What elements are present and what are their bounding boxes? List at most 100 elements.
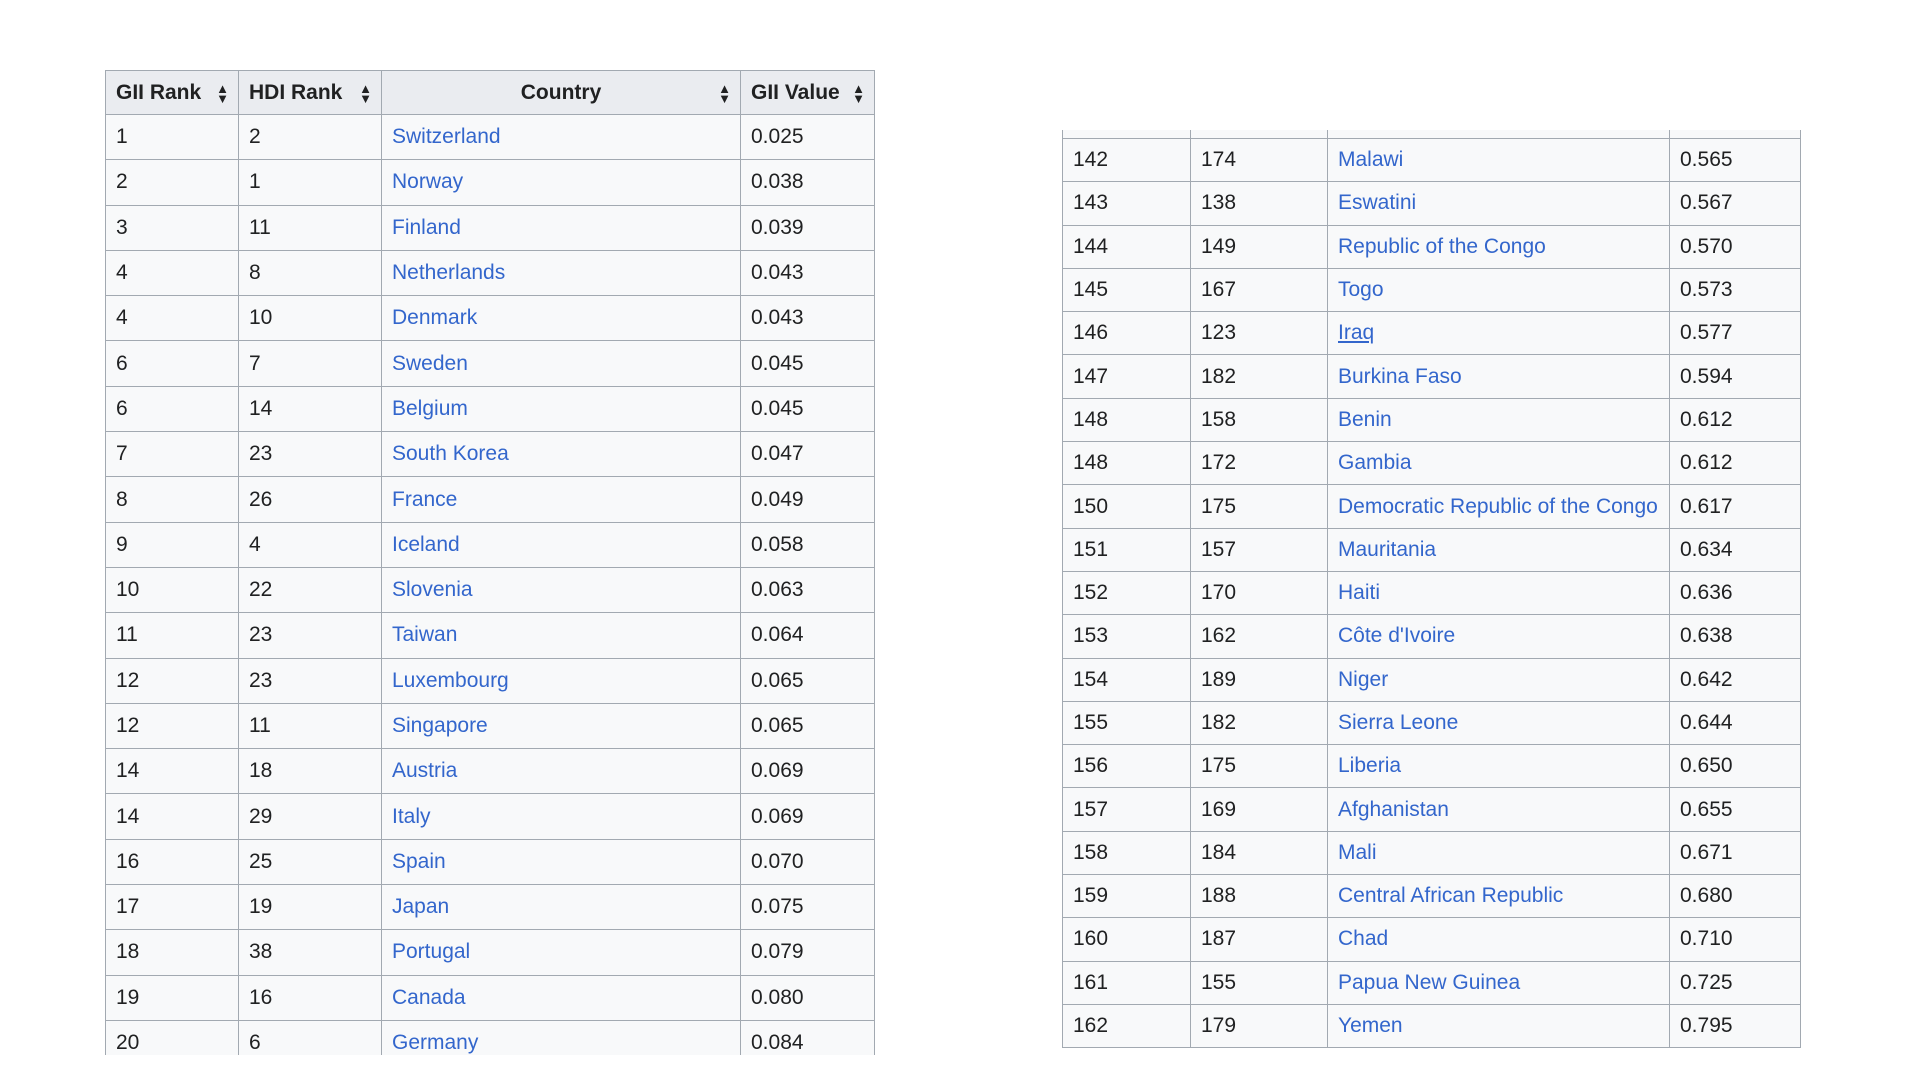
country-link[interactable]: Portugal [392, 940, 470, 963]
country-link[interactable]: Canada [392, 986, 466, 1009]
hdi-rank-cell: 2 [238, 113, 382, 161]
hdi-rank-cell: 162 [1190, 614, 1328, 659]
country-link[interactable]: Italy [392, 805, 431, 828]
hdi-rank-cell: 11 [238, 702, 382, 750]
hdi-rank-cell: 23 [238, 431, 382, 478]
gii-rank-cell: 152 [1062, 570, 1191, 616]
table-row: 142 174 Malawi 0.565 [1062, 137, 1801, 183]
country-cell: Austria [381, 748, 741, 795]
gii-rank-cell: 6 [105, 385, 239, 433]
country-link[interactable]: Netherlands [392, 261, 505, 284]
sort-icon[interactable]: ▲ ▼ [216, 82, 229, 105]
country-link[interactable]: Liberia [1338, 754, 1401, 777]
gii-rank-cell: 148 [1062, 397, 1191, 443]
country-cell: Portugal [381, 929, 741, 976]
column-header-hdi-rank[interactable]: HDI Rank ▲ ▼ [238, 70, 382, 115]
gii-rank-cell: 148 [1062, 441, 1191, 486]
country-link[interactable]: Iceland [392, 533, 460, 556]
country-cell: Canada [381, 974, 741, 1021]
column-header-country[interactable]: Country ▲ ▼ [381, 70, 741, 115]
gii-value-cell: 0.567 [1669, 181, 1801, 226]
country-link[interactable]: Taiwan [392, 623, 457, 646]
table-row: 152 170 Haiti 0.636 [1062, 570, 1801, 616]
sort-icon[interactable]: ▲ ▼ [359, 82, 372, 105]
country-link[interactable]: Luxembourg [392, 669, 509, 692]
hdi-rank-cell: 179 [1190, 1003, 1328, 1049]
country-cell: Spain [381, 838, 741, 886]
column-header-gii-value[interactable]: GII Value ▲ ▼ [740, 70, 875, 115]
country-link[interactable]: Denmark [392, 306, 477, 329]
country-cell: Singapore [381, 702, 741, 750]
country-link[interactable]: Sierra Leone [1338, 711, 1458, 734]
country-link[interactable]: Afghanistan [1338, 798, 1449, 821]
gii-value-cell: 0.570 [1669, 224, 1801, 269]
gii-value-cell: 0.043 [740, 249, 875, 297]
gii-rank-cell: 6 [105, 340, 239, 387]
country-cell: Switzerland [381, 113, 741, 161]
gii-rank-cell: 162 [1062, 1003, 1191, 1049]
country-link[interactable]: Burkina Faso [1338, 365, 1462, 388]
sort-icon[interactable]: ▲ ▼ [718, 82, 731, 105]
table-row: 155 182 Sierra Leone 0.644 [1062, 700, 1801, 746]
country-link[interactable]: Republic of the Congo [1338, 235, 1546, 258]
country-link[interactable]: Mali [1338, 841, 1377, 864]
country-cell: Gambia [1327, 441, 1670, 486]
country-link[interactable]: Switzerland [392, 125, 501, 148]
country-link[interactable]: Gambia [1338, 451, 1412, 474]
country-link[interactable]: Togo [1338, 278, 1384, 301]
table-row: 6 14 Belgium 0.045 [105, 385, 875, 433]
country-link[interactable]: Democratic Republic of the Congo [1338, 495, 1658, 518]
country-link[interactable]: Haiti [1338, 581, 1380, 604]
table-row: 143 138 Eswatini 0.567 [1062, 181, 1801, 226]
country-link[interactable]: France [392, 488, 457, 511]
table-header-row: GII Rank ▲ ▼ HDI Rank ▲ ▼ Country ▲ ▼ GII V… [105, 70, 875, 115]
country-cell: Republic of the Congo [1327, 224, 1670, 269]
country-cell: Malawi [1327, 137, 1670, 183]
table-row: 145 167 Togo 0.573 [1062, 267, 1801, 313]
country-cell: Mauritania [1327, 527, 1670, 572]
country-link[interactable]: Iraq [1338, 321, 1374, 344]
country-link[interactable]: Papua New Guinea [1338, 971, 1520, 994]
country-link[interactable]: Yemen [1338, 1014, 1403, 1037]
country-link[interactable]: Chad [1338, 927, 1388, 950]
country-link[interactable]: Slovenia [392, 578, 473, 601]
country-link[interactable]: Belgium [392, 397, 468, 420]
sort-icon[interactable]: ▲ ▼ [852, 82, 865, 105]
country-cell: Democratic Republic of the Congo [1327, 484, 1670, 529]
gii-value-cell: 0.045 [740, 340, 875, 387]
country-link[interactable]: Eswatini [1338, 191, 1416, 214]
country-cell: Iraq [1327, 311, 1670, 356]
country-link[interactable]: Germany [392, 1031, 478, 1054]
country-link[interactable]: South Korea [392, 442, 509, 465]
gii-value-cell: 0.573 [1669, 267, 1801, 313]
country-link[interactable]: Niger [1338, 668, 1388, 691]
country-link[interactable]: Central African Republic [1338, 884, 1563, 907]
country-cell: Liberia [1327, 744, 1670, 789]
country-link[interactable]: Japan [392, 895, 449, 918]
hdi-rank-cell: 25 [238, 838, 382, 886]
country-cell: Papua New Guinea [1327, 960, 1670, 1005]
country-cell: Germany [381, 1019, 741, 1055]
country-cell: France [381, 476, 741, 523]
table-cell [1062, 130, 1191, 139]
table-row-partial [1062, 130, 1801, 139]
column-header-gii-rank[interactable]: GII Rank ▲ ▼ [105, 70, 239, 115]
hdi-rank-cell: 18 [238, 748, 382, 795]
country-cell: Iceland [381, 521, 741, 568]
country-link[interactable]: Spain [392, 850, 446, 873]
country-link[interactable]: Finland [392, 216, 461, 239]
country-link[interactable]: Benin [1338, 408, 1392, 431]
column-header-label: HDI Rank [249, 80, 343, 104]
country-link[interactable]: Sweden [392, 352, 468, 375]
gii-value-cell: 0.038 [740, 159, 875, 206]
country-link[interactable]: Norway [392, 170, 463, 193]
country-link[interactable]: Côte d'Ivoire [1338, 624, 1455, 647]
country-link[interactable]: Singapore [392, 714, 488, 737]
country-link[interactable]: Malawi [1338, 148, 1403, 171]
country-link[interactable]: Austria [392, 759, 457, 782]
column-header-label: GII Rank [116, 80, 202, 104]
gii-value-cell: 0.612 [1669, 441, 1801, 486]
country-link[interactable]: Mauritania [1338, 538, 1436, 561]
gii-value-cell: 0.680 [1669, 874, 1801, 919]
gii-rank-cell: 145 [1062, 267, 1191, 313]
